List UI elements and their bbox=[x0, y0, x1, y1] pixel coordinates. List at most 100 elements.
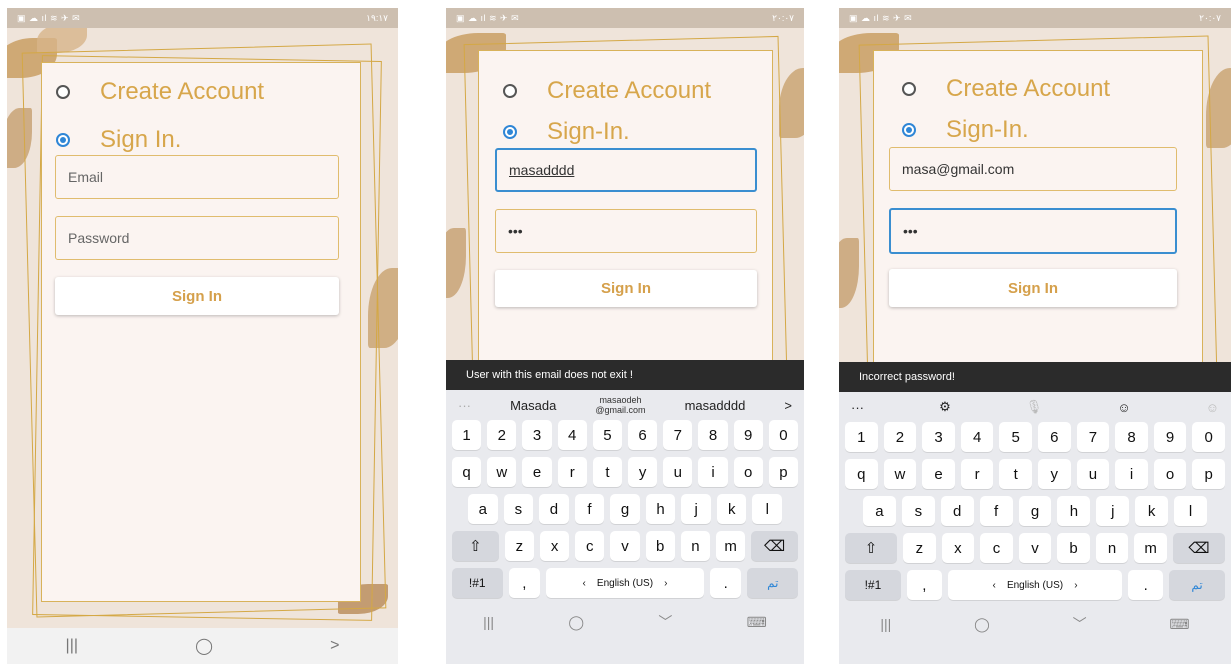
key-x[interactable]: x bbox=[941, 533, 975, 563]
key-w[interactable]: w bbox=[487, 457, 517, 487]
key-j[interactable]: j bbox=[681, 494, 711, 524]
key-u[interactable]: u bbox=[1076, 459, 1110, 489]
key-x[interactable]: x bbox=[539, 531, 570, 561]
recent-apps-button[interactable]: ||| bbox=[66, 637, 78, 655]
key-s[interactable]: s bbox=[901, 496, 935, 526]
settings-gear-icon[interactable]: ⚙ bbox=[939, 399, 951, 415]
backspace-icon[interactable]: ⌫ bbox=[751, 531, 799, 561]
key-i[interactable]: i bbox=[1115, 459, 1148, 489]
hide-keyboard-icon[interactable]: ﹀ bbox=[658, 612, 672, 632]
key-o[interactable]: o bbox=[1153, 459, 1187, 489]
key-0[interactable]: 0 bbox=[1192, 422, 1225, 452]
sign-in-option[interactable]: Sign-In. bbox=[902, 116, 1029, 144]
create-account-radio[interactable] bbox=[902, 82, 916, 96]
create-account-option[interactable]: Create Account bbox=[503, 77, 711, 105]
sticker-icon[interactable]: ☺ bbox=[1117, 400, 1130, 415]
key-h[interactable]: h bbox=[1057, 496, 1091, 526]
expand-icon[interactable]: > bbox=[784, 398, 792, 413]
key-4[interactable]: 4 bbox=[557, 420, 587, 450]
key-t[interactable]: t bbox=[999, 459, 1032, 489]
sign-in-button[interactable]: Sign In bbox=[55, 277, 339, 315]
key-f[interactable]: f bbox=[574, 494, 605, 524]
shift-icon[interactable]: ⇧ bbox=[451, 531, 499, 561]
key-n[interactable]: n bbox=[680, 531, 711, 561]
key-q[interactable]: q bbox=[845, 459, 878, 489]
key-p[interactable]: p bbox=[768, 457, 799, 487]
key-c[interactable]: c bbox=[575, 531, 605, 561]
key-v[interactable]: v bbox=[610, 531, 640, 561]
create-account-radio[interactable] bbox=[56, 85, 70, 99]
key-6[interactable]: 6 bbox=[628, 420, 658, 450]
key-2[interactable]: 2 bbox=[883, 422, 917, 452]
suggestion-3[interactable]: masadddd bbox=[685, 398, 746, 413]
key-m[interactable]: m bbox=[716, 531, 746, 561]
key-u[interactable]: u bbox=[663, 457, 693, 487]
key-s[interactable]: s bbox=[503, 494, 534, 524]
key-i[interactable]: i bbox=[698, 457, 728, 487]
sign-in-button[interactable]: Sign In bbox=[495, 270, 757, 307]
key-l[interactable]: l bbox=[1174, 496, 1208, 526]
key-r[interactable]: r bbox=[557, 457, 587, 487]
key-2[interactable]: 2 bbox=[487, 420, 517, 450]
key-h[interactable]: h bbox=[645, 494, 676, 524]
create-account-radio[interactable] bbox=[503, 84, 517, 98]
password-field[interactable]: ••• bbox=[495, 209, 757, 253]
recent-apps-button[interactable]: ||| bbox=[880, 616, 891, 632]
comma-key[interactable]: , bbox=[508, 568, 541, 598]
key-k[interactable]: k bbox=[1135, 496, 1169, 526]
home-button[interactable]: ◯ bbox=[568, 614, 584, 631]
key-v[interactable]: v bbox=[1018, 533, 1052, 563]
sign-in-radio[interactable] bbox=[56, 133, 70, 147]
key-w[interactable]: w bbox=[883, 459, 917, 489]
key-g[interactable]: g bbox=[1018, 496, 1052, 526]
symbols-key[interactable]: !#1 bbox=[452, 568, 503, 598]
more-icon[interactable]: ··· bbox=[851, 400, 864, 415]
space-bar[interactable]: ‹ English (US) › bbox=[546, 568, 704, 598]
email-field[interactable]: masadddd bbox=[495, 148, 757, 192]
microphone-icon[interactable]: 🎙 bbox=[1026, 399, 1043, 415]
key-3[interactable]: 3 bbox=[522, 420, 552, 450]
key-7[interactable]: 7 bbox=[663, 420, 693, 450]
key-l[interactable]: l bbox=[752, 494, 783, 524]
password-field[interactable]: Password bbox=[55, 216, 339, 260]
create-account-option[interactable]: Create Account bbox=[902, 75, 1110, 103]
email-field[interactable]: masa@gmail.com bbox=[889, 147, 1177, 191]
key-d[interactable]: d bbox=[539, 494, 569, 524]
space-bar[interactable]: ‹ English (US) › bbox=[947, 570, 1123, 600]
create-account-option[interactable]: Create Account bbox=[56, 78, 264, 106]
key-8[interactable]: 8 bbox=[698, 420, 728, 450]
comma-key[interactable]: , bbox=[906, 570, 942, 600]
key-5[interactable]: 5 bbox=[999, 422, 1032, 452]
key-p[interactable]: p bbox=[1192, 459, 1225, 489]
key-5[interactable]: 5 bbox=[592, 420, 622, 450]
email-field[interactable]: Email bbox=[55, 155, 339, 199]
backspace-icon[interactable]: ⌫ bbox=[1172, 533, 1225, 563]
emoji-icon[interactable]: ☺ bbox=[1206, 400, 1219, 415]
key-j[interactable]: j bbox=[1096, 496, 1130, 526]
sign-in-radio[interactable] bbox=[902, 123, 916, 137]
key-4[interactable]: 4 bbox=[960, 422, 994, 452]
key-z[interactable]: z bbox=[903, 533, 936, 563]
key-t[interactable]: t bbox=[592, 457, 622, 487]
sign-in-radio[interactable] bbox=[503, 125, 517, 139]
suggestion-1[interactable]: Masada bbox=[510, 398, 556, 413]
suggestion-2[interactable]: masaodeh @gmail.com bbox=[595, 395, 645, 415]
sign-in-option[interactable]: Sign In. bbox=[56, 126, 181, 154]
key-m[interactable]: m bbox=[1134, 533, 1167, 563]
key-e[interactable]: e bbox=[522, 457, 552, 487]
key-9[interactable]: 9 bbox=[1153, 422, 1187, 452]
home-button[interactable]: ◯ bbox=[974, 616, 990, 633]
hide-keyboard-icon[interactable]: ﹀ bbox=[1073, 614, 1087, 634]
sign-in-option[interactable]: Sign-In. bbox=[503, 118, 630, 146]
enter-key[interactable]: تم bbox=[747, 568, 798, 598]
key-9[interactable]: 9 bbox=[733, 420, 763, 450]
keyboard-switch-icon[interactable]: ⌨ bbox=[747, 614, 767, 631]
key-o[interactable]: o bbox=[733, 457, 763, 487]
key-z[interactable]: z bbox=[504, 531, 534, 561]
key-b[interactable]: b bbox=[645, 531, 675, 561]
back-button[interactable]: > bbox=[330, 637, 339, 655]
period-key[interactable]: . bbox=[709, 568, 742, 598]
password-field[interactable]: ••• bbox=[889, 208, 1177, 254]
key-e[interactable]: e bbox=[922, 459, 955, 489]
shift-icon[interactable]: ⇧ bbox=[845, 533, 898, 563]
